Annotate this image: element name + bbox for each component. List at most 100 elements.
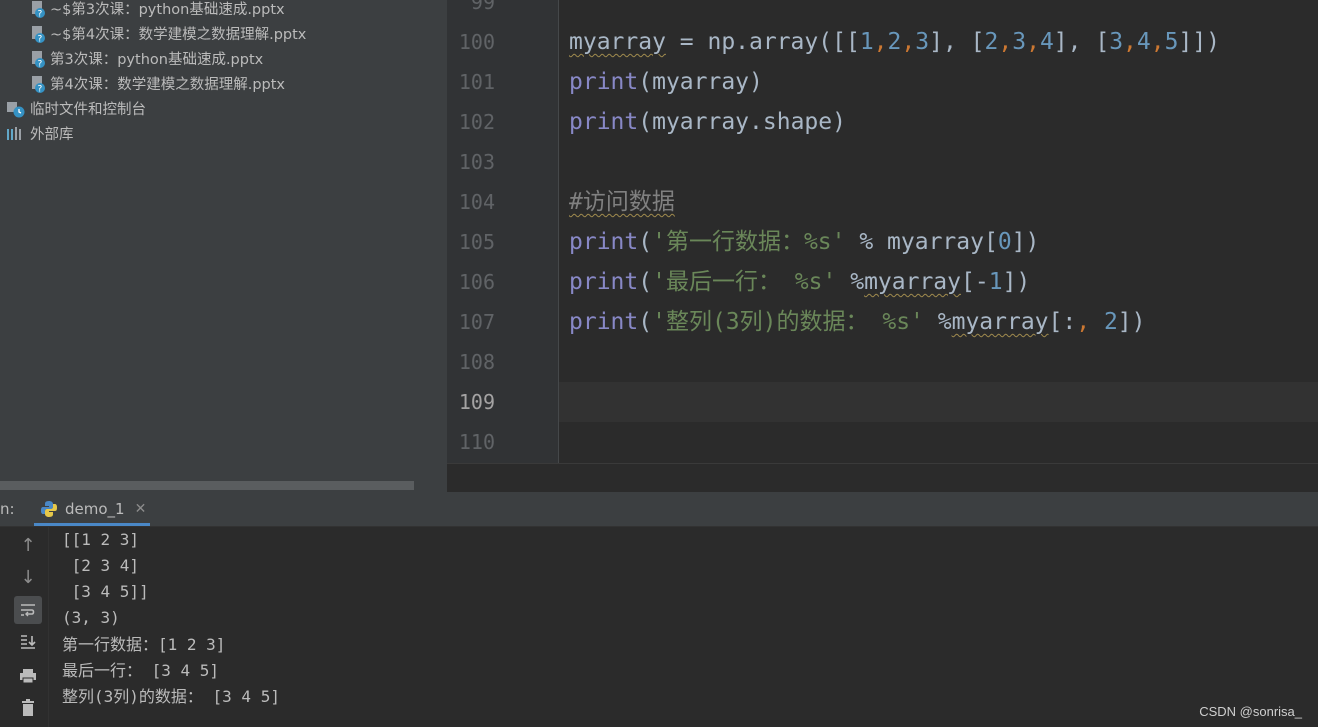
svg-text:?: ? bbox=[38, 84, 43, 93]
code-token: ], [ bbox=[1053, 29, 1110, 55]
code-token: ], [ bbox=[929, 29, 985, 55]
line-number: 101 bbox=[458, 70, 495, 94]
code-token: myarray bbox=[951, 309, 1049, 335]
code-builtin: print bbox=[569, 269, 639, 295]
close-icon[interactable]: ✕ bbox=[135, 501, 147, 517]
scroll-to-end-icon[interactable] bbox=[14, 628, 42, 656]
code-string: '整列(3列)的数据： %s' bbox=[652, 309, 924, 335]
run-tab-label: demo_1 bbox=[65, 500, 125, 518]
code-token: ]) bbox=[1117, 309, 1146, 335]
code-token: myarray bbox=[569, 29, 666, 55]
current-line-highlight bbox=[559, 382, 1318, 422]
svg-text:?: ? bbox=[38, 34, 43, 43]
run-tool-window: n: demo_1 ✕ ↑ ↓ [[1 2 3] [2 3 4] [3 4 5]… bbox=[0, 492, 1318, 727]
code-line-104[interactable]: #访问数据 bbox=[569, 182, 675, 222]
console-output-line: [[1 2 3] bbox=[62, 530, 140, 549]
code-number: 2 bbox=[984, 29, 999, 55]
tree-item-label: 临时文件和控制台 bbox=[30, 102, 146, 118]
code-line-100[interactable]: myarray = np.array([[1,2,3], [2,3,4], [3… bbox=[569, 22, 1220, 62]
console-output-line: 最后一行： [3 4 5] bbox=[62, 661, 220, 680]
soft-wrap-icon[interactable] bbox=[14, 596, 42, 624]
editor-bottom-strip bbox=[447, 463, 1318, 493]
svg-text:?: ? bbox=[38, 9, 43, 18]
code-number: 1 bbox=[988, 269, 1003, 295]
code-token: ( bbox=[638, 309, 653, 335]
tree-item-scratches[interactable]: 临时文件和控制台 bbox=[6, 96, 146, 121]
code-number: 4 bbox=[1039, 29, 1054, 55]
code-number: 1 bbox=[859, 29, 874, 55]
run-label: n: bbox=[0, 500, 15, 518]
code-line-106[interactable]: print('最后一行： %s' %myarray[-1]) bbox=[569, 262, 1030, 302]
code-number: 3 bbox=[1012, 29, 1027, 55]
code-editor[interactable]: 99 100 101 102 103 104 105 106 107 108 1… bbox=[447, 0, 1318, 493]
code-token: (myarray) bbox=[638, 69, 763, 95]
code-number: 5 bbox=[1164, 29, 1179, 55]
code-line-102[interactable]: print(myarray.shape) bbox=[569, 102, 846, 142]
code-line-107[interactable]: print('整列(3列)的数据： %s' %myarray[:, 2]) bbox=[569, 302, 1146, 342]
line-number: 105 bbox=[458, 230, 495, 254]
horizontal-scrollbar[interactable] bbox=[0, 481, 414, 490]
tree-item-file[interactable]: ? ~$第3次课：python基础速成.pptx bbox=[30, 0, 285, 21]
console-output-line: (3, 3) bbox=[62, 608, 120, 627]
pptx-unknown-icon: ? bbox=[30, 75, 46, 93]
code-builtin: print bbox=[569, 69, 639, 95]
line-number: 102 bbox=[458, 110, 495, 134]
trash-icon[interactable] bbox=[14, 694, 42, 722]
tree-item-file[interactable]: ? 第3次课：python基础速成.pptx bbox=[30, 46, 263, 71]
code-token: [: bbox=[1048, 309, 1077, 335]
tree-item-label: 第4次课：数学建模之数据理解.pptx bbox=[50, 77, 286, 93]
print-icon[interactable] bbox=[14, 662, 42, 690]
code-token: ( bbox=[638, 269, 653, 295]
code-token: [- bbox=[961, 269, 989, 295]
code-number: 4 bbox=[1136, 29, 1151, 55]
pptx-unknown-icon: ? bbox=[30, 25, 46, 43]
code-number: 3 bbox=[1109, 29, 1124, 55]
line-number: 104 bbox=[458, 190, 495, 214]
code-token: ]) bbox=[1011, 229, 1040, 255]
line-number: 107 bbox=[458, 310, 495, 334]
code-token: = np.array([[ bbox=[665, 29, 860, 55]
code-token: , bbox=[1076, 309, 1091, 335]
code-number: 2 bbox=[1090, 309, 1118, 335]
arrow-up-icon[interactable]: ↑ bbox=[14, 531, 42, 559]
pptx-unknown-icon: ? bbox=[30, 0, 46, 18]
code-token: ( bbox=[638, 229, 653, 255]
line-number: 99 bbox=[470, 0, 495, 14]
active-tab-indicator bbox=[34, 523, 150, 526]
line-number: 103 bbox=[458, 150, 495, 174]
code-comment: #访问数据 bbox=[569, 189, 675, 215]
code-token: % bbox=[836, 269, 865, 295]
console-output-line: [2 3 4] bbox=[62, 556, 140, 575]
tree-item-file[interactable]: ? 第4次课：数学建模之数据理解.pptx bbox=[30, 71, 285, 96]
python-icon bbox=[40, 500, 58, 518]
line-number: 100 bbox=[458, 30, 495, 54]
code-token: % myarray[ bbox=[845, 229, 998, 255]
project-tree-panel: ? ~$第3次课：python基础速成.pptx ? ~$第4次课：数学建模之数… bbox=[0, 0, 447, 492]
arrow-down-icon[interactable]: ↓ bbox=[14, 563, 42, 591]
line-number: 110 bbox=[458, 430, 495, 454]
code-token: myarray bbox=[864, 269, 961, 295]
code-line-105[interactable]: print('第一行数据：%s' % myarray[0]) bbox=[569, 222, 1039, 262]
tree-item-label: 外部库 bbox=[30, 127, 74, 143]
tree-item-file[interactable]: ? ~$第4次课：数学建模之数据理解.pptx bbox=[30, 21, 306, 46]
code-token: % bbox=[923, 309, 952, 335]
code-string: '最后一行： %s' bbox=[652, 269, 837, 295]
console-output-line: 整列(3列)的数据： [3 4 5] bbox=[62, 687, 280, 706]
code-line-101[interactable]: print(myarray) bbox=[569, 62, 763, 102]
code-token: ]) bbox=[1002, 269, 1031, 295]
code-token: ]]) bbox=[1178, 29, 1221, 55]
code-token: (myarray.shape) bbox=[638, 109, 846, 135]
console-output-line: [3 4 5]] bbox=[62, 582, 149, 601]
tree-item-label: ~$第3次课：python基础速成.pptx bbox=[50, 2, 285, 18]
code-string: '第一行数据：%s' bbox=[652, 229, 846, 255]
code-builtin: print bbox=[569, 109, 639, 135]
tree-item-external-libraries[interactable]: 外部库 bbox=[6, 121, 74, 146]
watermark: CSDN @sonrisa_ bbox=[1199, 704, 1302, 719]
line-number: 108 bbox=[458, 350, 495, 374]
pptx-unknown-icon: ? bbox=[30, 50, 46, 68]
scratches-icon bbox=[6, 100, 26, 118]
code-builtin: print bbox=[569, 229, 639, 255]
run-toolbar: ↑ ↓ bbox=[0, 527, 49, 727]
code-number: 2 bbox=[887, 29, 902, 55]
run-tab-demo-1[interactable]: demo_1 ✕ bbox=[34, 492, 150, 526]
